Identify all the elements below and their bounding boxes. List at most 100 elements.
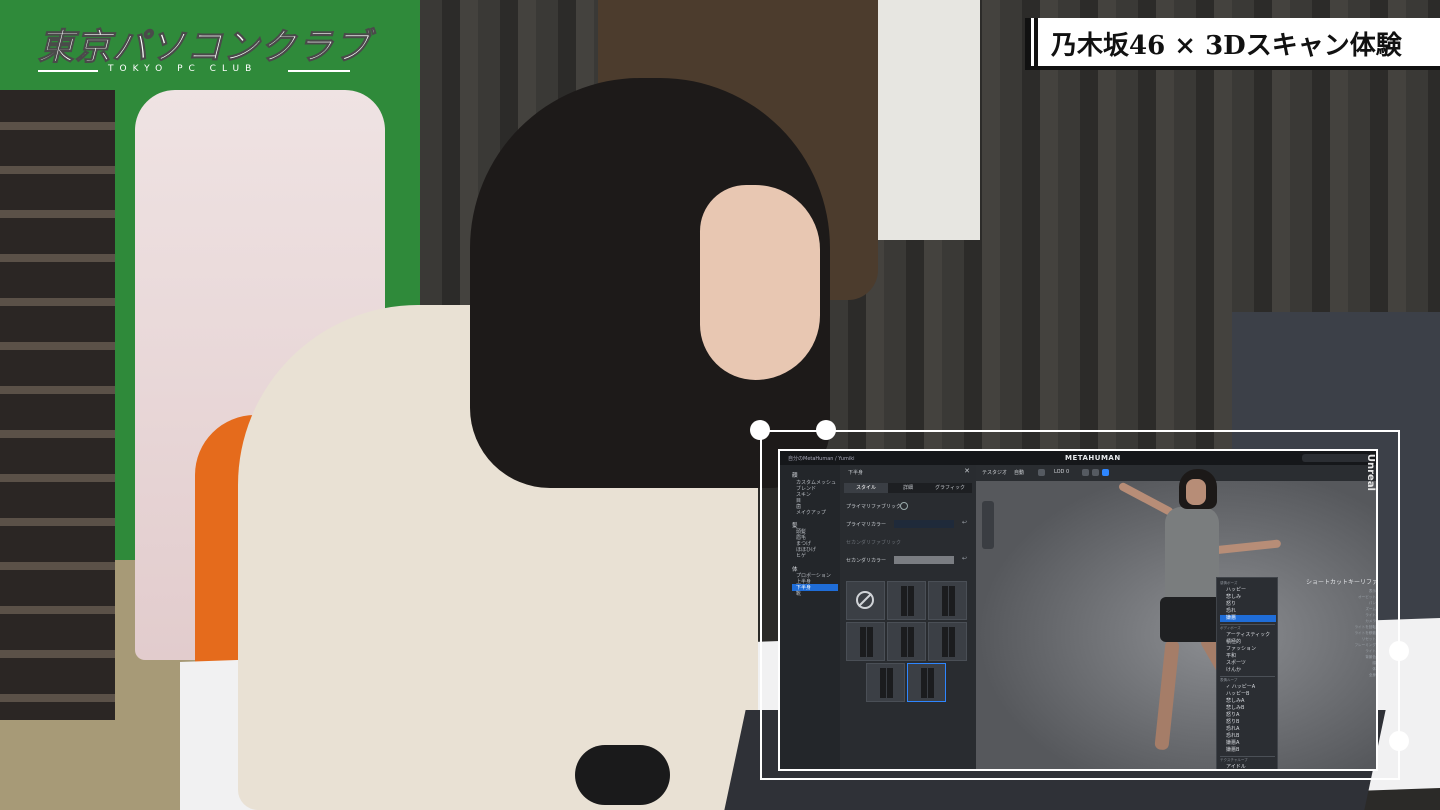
dropdown-divider: [1220, 624, 1275, 625]
avatar-leg: [1154, 639, 1180, 751]
pants-icon: [942, 586, 955, 616]
avatar-shorts: [1160, 597, 1222, 642]
shortcut-row: ライトを移動: [1354, 631, 1376, 635]
shortcut-row: ライト: [1365, 649, 1376, 653]
tab-detail[interactable]: 詳細: [888, 483, 928, 493]
pose-option[interactable]: 嫌悪B: [1220, 747, 1276, 754]
undo-icon[interactable]: ↩: [962, 555, 967, 562]
pose-option[interactable]: ファッション: [1220, 646, 1276, 653]
show-logo-subtitle: TOKYO PC CLUB: [108, 64, 258, 74]
pose-option[interactable]: 恐れA: [1220, 726, 1276, 733]
avatar-arm: [1117, 481, 1175, 517]
undo-icon[interactable]: ↩: [962, 519, 967, 526]
pose-option[interactable]: 怒り: [1220, 601, 1276, 608]
pose-option[interactable]: ハッピーB: [1220, 691, 1276, 698]
pose-option[interactable]: 嫌悪A: [1220, 740, 1276, 747]
garment-tile-selected[interactable]: [907, 663, 946, 702]
pose-option[interactable]: 恐れ: [1220, 608, 1276, 615]
shortcut-row: ライト: [1365, 613, 1376, 617]
shortcut-row: オービット: [1358, 595, 1376, 599]
garment-tile[interactable]: [846, 622, 885, 661]
primary-color-swatch[interactable]: [894, 520, 954, 528]
pose-option[interactable]: けんか: [1220, 667, 1276, 674]
dropdown-section-header: 表情ループ: [1220, 678, 1238, 682]
close-icon[interactable]: ✕: [964, 467, 970, 475]
sidebar-group-face[interactable]: 顔: [792, 471, 798, 479]
sidebar-item[interactable]: メイクアップ: [796, 509, 826, 516]
pants-icon: [901, 586, 914, 616]
category-sidebar: 顔 カスタムメッシュ ブレンド スキン 目 歯 メイクアップ 髪 頭髪 眉毛 ま…: [780, 465, 840, 769]
garment-tile[interactable]: [928, 581, 967, 620]
camera-icon[interactable]: [1038, 469, 1045, 476]
3d-viewport[interactable]: テスタジオ 自動 LOD 0 Unreal 感情ポーズ ハッピー 悲しみ 怒り …: [976, 454, 1376, 769]
garment-tile[interactable]: [928, 622, 967, 661]
shortcut-row: ズーム: [1365, 607, 1376, 611]
pose-option[interactable]: 悲しみA: [1220, 698, 1276, 705]
pose-option[interactable]: 平和: [1220, 653, 1276, 660]
dropdown-divider: [1220, 676, 1275, 677]
paint-icon[interactable]: [1092, 469, 1099, 476]
viewport-side-tools[interactable]: [982, 501, 994, 549]
pose-option[interactable]: 怒りB: [1220, 719, 1276, 726]
shortcut-row: 体: [1372, 667, 1376, 671]
logo-rule-right: [288, 70, 350, 72]
tab-graphic[interactable]: グラフィック: [928, 483, 972, 493]
studio-button[interactable]: テスタジオ: [982, 469, 1007, 476]
shorts-icon: [880, 668, 893, 698]
garment-tile[interactable]: [887, 581, 926, 620]
view-icon[interactable]: [1102, 469, 1109, 476]
sidebar-item[interactable]: 靴: [796, 590, 801, 597]
shortcut-row: パン: [1368, 601, 1376, 605]
primary-color-label: プライマリカラー: [846, 522, 887, 528]
pose-option[interactable]: アーティスティック: [1220, 632, 1276, 639]
pose-option-selected[interactable]: 嫌悪: [1220, 615, 1276, 622]
shortcut-row: 表示: [1368, 589, 1376, 593]
pose-option[interactable]: スポーツ: [1220, 660, 1276, 667]
panel-tabs: スタイル 詳細 グラフィック: [844, 483, 972, 493]
shortcut-row: ライトを回転: [1354, 625, 1376, 629]
garment-tile[interactable]: [887, 622, 926, 661]
breadcrumb[interactable]: 自分のMetaHuman / Yumiki: [788, 455, 855, 462]
shortcut-row: カメラ: [1365, 619, 1376, 623]
segment-title-bar: [1034, 18, 1038, 66]
property-panel: 下半身 ✕ スタイル 詳細 グラフィック プライマリファブリック プライマリカラ…: [840, 465, 976, 769]
engine-watermark: Unreal: [1365, 453, 1376, 491]
pose-option[interactable]: 悲しみ: [1220, 594, 1276, 601]
link-icon[interactable]: [1082, 469, 1089, 476]
frame-corner-dot: [1389, 641, 1409, 661]
sidebar-item[interactable]: ヒゲ: [796, 552, 806, 559]
metahuman-screen: 自分のMetaHuman / Yumiki METAHUMAN 顔 カスタムメッ…: [778, 449, 1378, 771]
app-brand: METAHUMAN: [1065, 454, 1121, 462]
pose-option[interactable]: 積極的: [1220, 639, 1276, 646]
dropdown-section-header: テクスチャループ: [1220, 758, 1248, 762]
viewport-toolbar: テスタジオ 自動 LOD 0: [976, 465, 1376, 481]
frame-corner-dot: [750, 420, 770, 440]
pose-option[interactable]: ✓ ハッピーA: [1220, 684, 1276, 691]
pose-option[interactable]: 悲しみB: [1220, 705, 1276, 712]
dropdown-section-header: ボディポーズ: [1220, 626, 1241, 630]
segment-title: 乃木坂46 × 3Dスキャン体験: [1025, 18, 1440, 66]
secondary-color-label: セカンダリカラー: [846, 558, 887, 564]
topbar-search[interactable]: [1302, 454, 1370, 462]
app-topbar: 自分のMetaHuman / Yumiki METAHUMAN: [780, 451, 1376, 465]
pose-option[interactable]: ハッピー: [1220, 587, 1276, 594]
pose-option[interactable]: アイドル: [1220, 764, 1276, 769]
secondary-fabric-label: セカンダリファブリック: [846, 540, 902, 546]
lod-button[interactable]: LOD 0: [1054, 469, 1069, 475]
frame-corner-dot: [1389, 731, 1409, 751]
shorts-icon: [921, 668, 934, 698]
secondary-color-swatch[interactable]: [894, 556, 954, 564]
garment-tile[interactable]: [866, 663, 905, 702]
no-entry-icon[interactable]: [900, 502, 908, 510]
auto-button[interactable]: 自動: [1014, 469, 1024, 476]
panel-title: 下半身: [848, 470, 864, 476]
dropdown-divider: [1220, 756, 1275, 757]
garment-tile-none[interactable]: [846, 581, 885, 620]
pose-option[interactable]: 怒りA: [1220, 712, 1276, 719]
avatar-arm: [1210, 539, 1282, 555]
shortcut-row: 全身: [1368, 673, 1376, 677]
pose-option[interactable]: 恐れB: [1220, 733, 1276, 740]
dropdown-section-header: 感情ポーズ: [1220, 581, 1238, 585]
tab-style[interactable]: スタイル: [844, 483, 888, 493]
show-logo: 東京パソコンクラブ TOKYO PC CLUB: [37, 18, 373, 80]
